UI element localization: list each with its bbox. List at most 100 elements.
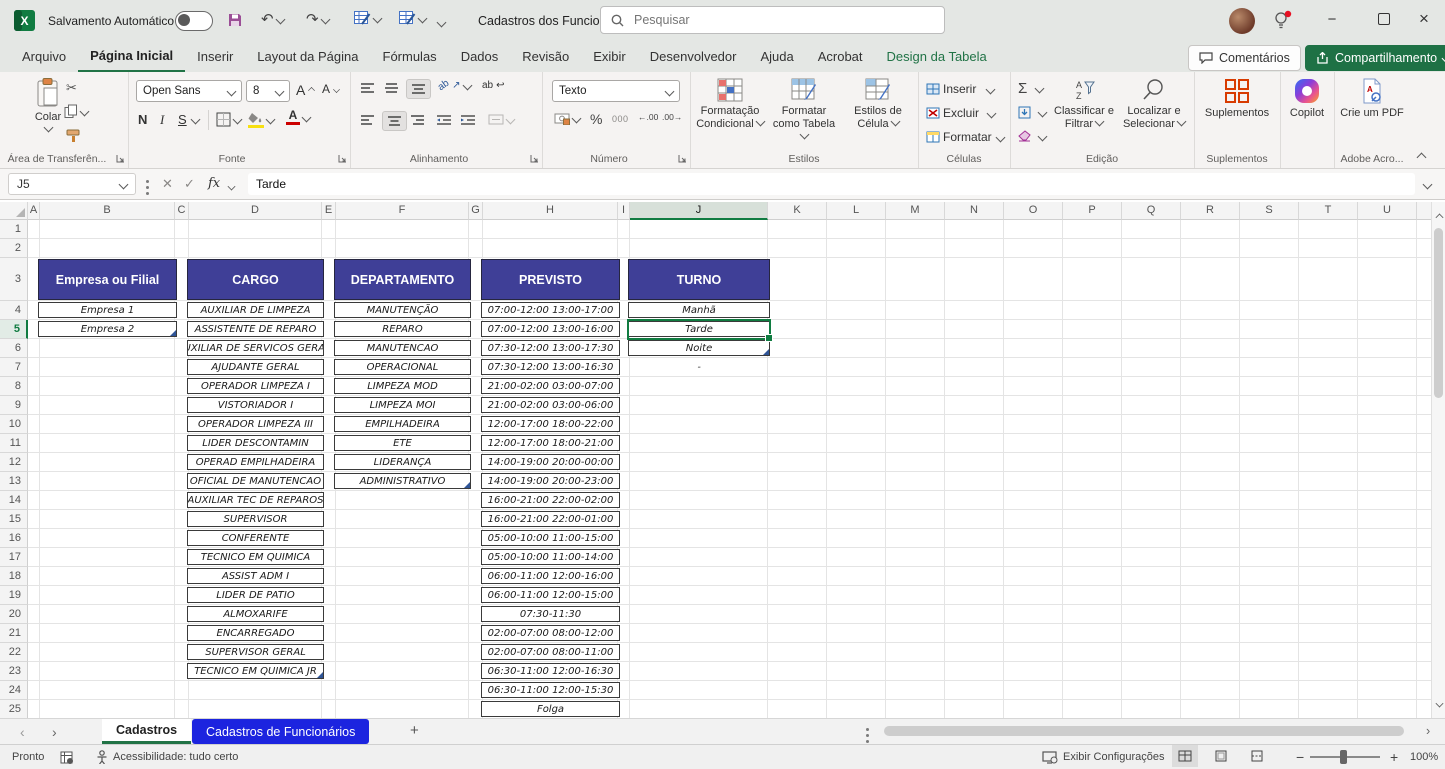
table-cell[interactable]: 12:00-17:00 18:00-21:00	[481, 435, 620, 451]
row-header-20[interactable]: 20	[0, 605, 28, 624]
accessibility-status[interactable]: Acessibilidade: tudo certo	[96, 745, 238, 769]
column-header-k[interactable]: K	[768, 202, 827, 220]
column-header-o[interactable]: O	[1004, 202, 1063, 220]
table-resize-handle-icon[interactable]	[317, 672, 323, 678]
display-settings-button[interactable]: Exibir Configurações	[1042, 745, 1165, 769]
table-cell[interactable]: 07:30-12:00 13:00-17:30	[481, 340, 620, 356]
ribbon-tab-revis-o[interactable]: Revisão	[510, 43, 581, 71]
number-format-combo[interactable]: Texto	[552, 80, 680, 102]
enter-icon[interactable]: ✓	[184, 176, 195, 192]
table-cell[interactable]: 05:00-10:00 11:00-15:00	[481, 530, 620, 546]
table-cell[interactable]: TECNICO EM QUIMICA JR	[187, 663, 324, 679]
spreadsheet-grid[interactable]: ABCDEFGHIJKLMNOPQRSTUV123456789101112131…	[0, 202, 1431, 718]
row-header-17[interactable]: 17	[0, 548, 28, 567]
name-box[interactable]: J5	[8, 173, 136, 195]
column-header-b[interactable]: B	[40, 202, 175, 220]
grow-font-button[interactable]: A	[296, 82, 315, 98]
table-cell[interactable]: 06:30-11:00 12:00-16:30	[481, 663, 620, 679]
format-as-table-button[interactable]: Formatar como Tabela	[768, 76, 840, 144]
undo-button[interactable]: ↶	[261, 10, 284, 28]
align-bottom-button[interactable]	[406, 79, 431, 99]
column-header-u[interactable]: U	[1358, 202, 1417, 220]
quick-access-table-style-icon[interactable]	[354, 11, 381, 26]
table-cell[interactable]: 07:00-12:00 13:00-17:00	[481, 302, 620, 318]
table-cell[interactable]: SUPERVISOR GERAL	[187, 644, 324, 660]
autosum-button[interactable]: Σ	[1018, 80, 1043, 97]
close-button[interactable]: ×	[1403, 4, 1445, 34]
align-top-button[interactable]	[360, 82, 375, 94]
table-cell[interactable]: OPERADOR LIMPEZA III	[187, 416, 324, 432]
new-sheet-button[interactable]: +	[410, 722, 419, 739]
table-cell[interactable]: AUXILIAR DE LIMPEZA	[187, 302, 324, 318]
ribbon-tab-dados[interactable]: Dados	[449, 43, 511, 71]
table-cell[interactable]: CONFERENTE	[187, 530, 324, 546]
ribbon-tab-acrobat[interactable]: Acrobat	[806, 43, 875, 71]
select-all-corner[interactable]	[0, 202, 28, 220]
sheet-nav-prev-icon[interactable]: ‹	[20, 724, 25, 740]
comma-style-button[interactable]: 000	[612, 114, 629, 124]
row-header-18[interactable]: 18	[0, 567, 28, 586]
ribbon-tab-ajuda[interactable]: Ajuda	[748, 43, 805, 71]
ribbon-tab-f-rmulas[interactable]: Fórmulas	[371, 43, 449, 71]
row-header-12[interactable]: 12	[0, 453, 28, 472]
column-header-n[interactable]: N	[945, 202, 1004, 220]
insert-cells-button[interactable]: Inserir	[926, 82, 994, 96]
insert-function-icon[interactable]: fx	[208, 176, 220, 191]
borders-button[interactable]	[216, 112, 241, 127]
row-header-14[interactable]: 14	[0, 491, 28, 510]
table-cell[interactable]: ASSISTENTE DE REPARO	[187, 321, 324, 337]
cut-button[interactable]: ✂	[66, 80, 77, 96]
decrease-indent-button[interactable]	[436, 114, 452, 126]
ribbon-tab-arquivo[interactable]: Arquivo	[10, 43, 78, 71]
row-header-15[interactable]: 15	[0, 510, 28, 529]
create-pdf-button[interactable]: A Crie um PDF	[1336, 76, 1408, 120]
zoom-in-button[interactable]: +	[1390, 745, 1398, 769]
table-cell[interactable]: OPERAD EMPILHADEIRA	[187, 454, 324, 470]
table-cell[interactable]: Noite	[628, 340, 770, 356]
table-cell[interactable]: LIMPEZA MOD	[334, 378, 471, 394]
redo-button[interactable]: ↷	[306, 10, 329, 28]
table-cell[interactable]: ADMINISTRATIVO	[334, 473, 471, 489]
selected-cell-j5[interactable]	[627, 319, 771, 340]
row-header-25[interactable]: 25	[0, 700, 28, 718]
find-select-button[interactable]: Localizar e Selecionar	[1120, 76, 1188, 131]
table-cell[interactable]: MANUTENCAO	[334, 340, 471, 356]
table-cell[interactable]: 14:00-19:00 20:00-00:00	[481, 454, 620, 470]
ribbon-tab-exibir[interactable]: Exibir	[581, 43, 638, 71]
table-resize-handle-icon[interactable]	[763, 349, 769, 355]
column-header-d[interactable]: D	[189, 202, 322, 220]
hscroll-right-icon[interactable]: ›	[1426, 724, 1430, 738]
table-cell[interactable]: 02:00-07:00 08:00-11:00	[481, 644, 620, 660]
row-header-10[interactable]: 10	[0, 415, 28, 434]
zoom-out-button[interactable]: −	[1296, 745, 1304, 769]
clipboard-dialog-launcher[interactable]	[116, 151, 125, 165]
align-left-button[interactable]	[360, 114, 375, 126]
row-header-13[interactable]: 13	[0, 472, 28, 491]
formula-input[interactable]: Tarde	[248, 173, 1415, 195]
copy-button[interactable]	[64, 104, 88, 119]
table-cell[interactable]: LIDERANÇA	[334, 454, 471, 470]
column-header-m[interactable]: M	[886, 202, 945, 220]
row-header-8[interactable]: 8	[0, 377, 28, 396]
table-cell[interactable]: 07:00-12:00 13:00-16:00	[481, 321, 620, 337]
table-cell[interactable]: ASSIST ADM I	[187, 568, 324, 584]
sort-filter-button[interactable]: AZ Classificar e Filtrar	[1052, 76, 1116, 131]
wrap-text-button[interactable]: ab↩	[482, 80, 505, 91]
save-icon[interactable]	[227, 12, 243, 28]
bold-button[interactable]: N	[138, 112, 147, 127]
table-cell[interactable]: AJUDANTE GERAL	[187, 359, 324, 375]
alignment-dialog-launcher[interactable]	[530, 151, 539, 165]
font-dialog-launcher[interactable]	[338, 151, 347, 165]
table-cell[interactable]: OFICIAL DE MANUTENCAO	[187, 473, 324, 489]
table-cell[interactable]: LIMPEZA MOI	[334, 397, 471, 413]
search-box[interactable]	[600, 6, 945, 34]
addins-button[interactable]: Suplementos	[1201, 76, 1273, 120]
autosave-toggle[interactable]	[175, 11, 213, 31]
column-header-j[interactable]: J	[630, 202, 768, 220]
macro-record-icon[interactable]	[60, 745, 74, 769]
row-header-23[interactable]: 23	[0, 662, 28, 681]
row-header-16[interactable]: 16	[0, 529, 28, 548]
clear-button[interactable]	[1018, 130, 1046, 142]
underline-button[interactable]: S	[178, 112, 187, 127]
align-right-button[interactable]	[410, 114, 425, 126]
